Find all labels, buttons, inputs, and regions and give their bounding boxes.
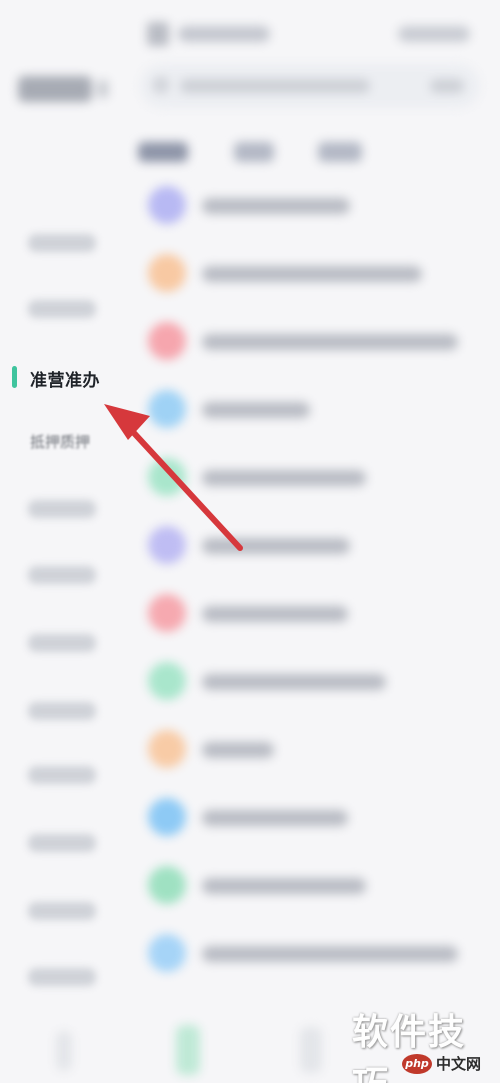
service-icon [148, 594, 186, 632]
sidebar-item[interactable] [28, 702, 96, 720]
service-icon [148, 934, 186, 972]
chevron-down-icon[interactable] [98, 80, 108, 98]
sidebar-item[interactable] [28, 500, 96, 518]
service-label [202, 334, 458, 350]
sidebar-item[interactable] [28, 834, 96, 852]
service-label [202, 674, 386, 690]
service-label [202, 538, 350, 554]
service-label [202, 266, 422, 282]
list-item[interactable] [130, 444, 500, 512]
list-item[interactable] [130, 512, 500, 580]
list-item[interactable] [130, 580, 500, 648]
search-button[interactable] [430, 79, 464, 93]
nav-item-profile[interactable] [300, 1027, 322, 1073]
page-title [18, 76, 92, 102]
list-item[interactable] [130, 648, 500, 716]
nav-item-active[interactable] [176, 1025, 200, 1075]
service-icon [148, 662, 186, 700]
top-bar [0, 0, 500, 110]
list-item[interactable] [130, 240, 500, 308]
list-item[interactable] [130, 376, 500, 444]
tab-1[interactable] [138, 142, 188, 162]
list-item[interactable] [130, 852, 500, 920]
sidebar-item-active[interactable]: 准营准办 [0, 362, 128, 394]
sidebar-item[interactable] [28, 634, 96, 652]
sidebar-item[interactable] [28, 968, 96, 986]
service-label [202, 402, 310, 418]
service-icon [148, 458, 186, 496]
service-icon [148, 322, 186, 360]
list-item[interactable] [130, 784, 500, 852]
service-icon [148, 186, 186, 224]
app-title [178, 26, 270, 42]
watermark-site-label: 中文网 [436, 1055, 482, 1073]
app-logo-icon [147, 22, 169, 46]
sidebar-item-label[interactable]: 抵押质押 [30, 431, 90, 452]
sidebar-item[interactable] [28, 566, 96, 584]
service-icon [148, 730, 186, 768]
tab-2[interactable] [234, 142, 274, 162]
sidebar-item[interactable] [28, 300, 96, 318]
service-label [202, 878, 366, 894]
search-input[interactable] [140, 64, 480, 108]
search-placeholder [180, 79, 370, 93]
service-label [202, 198, 350, 214]
search-icon [154, 78, 168, 92]
service-icon [148, 526, 186, 564]
service-label [202, 742, 274, 758]
service-list [130, 172, 500, 1002]
service-label [202, 810, 348, 826]
tab-3[interactable] [318, 142, 362, 162]
service-icon [148, 798, 186, 836]
php-logo-icon: php [402, 1053, 432, 1074]
service-icon [148, 254, 186, 292]
sidebar-item-label: 准营准办 [30, 371, 100, 391]
category-tabs [130, 136, 500, 172]
list-item[interactable] [130, 716, 500, 784]
list-item[interactable] [130, 308, 500, 376]
service-icon [148, 866, 186, 904]
service-label [202, 606, 348, 622]
list-item[interactable] [130, 172, 500, 240]
list-item[interactable] [130, 920, 500, 988]
sidebar-item[interactable] [28, 766, 96, 784]
top-right-action[interactable] [398, 26, 470, 42]
service-label [202, 470, 366, 486]
service-label [202, 946, 458, 962]
nav-item-home[interactable] [56, 1031, 72, 1071]
watermark-site: php 中文网 [402, 1053, 481, 1074]
service-icon [148, 390, 186, 428]
active-indicator [12, 366, 17, 388]
sidebar-item[interactable] [28, 234, 96, 252]
sidebar-item[interactable] [28, 902, 96, 920]
